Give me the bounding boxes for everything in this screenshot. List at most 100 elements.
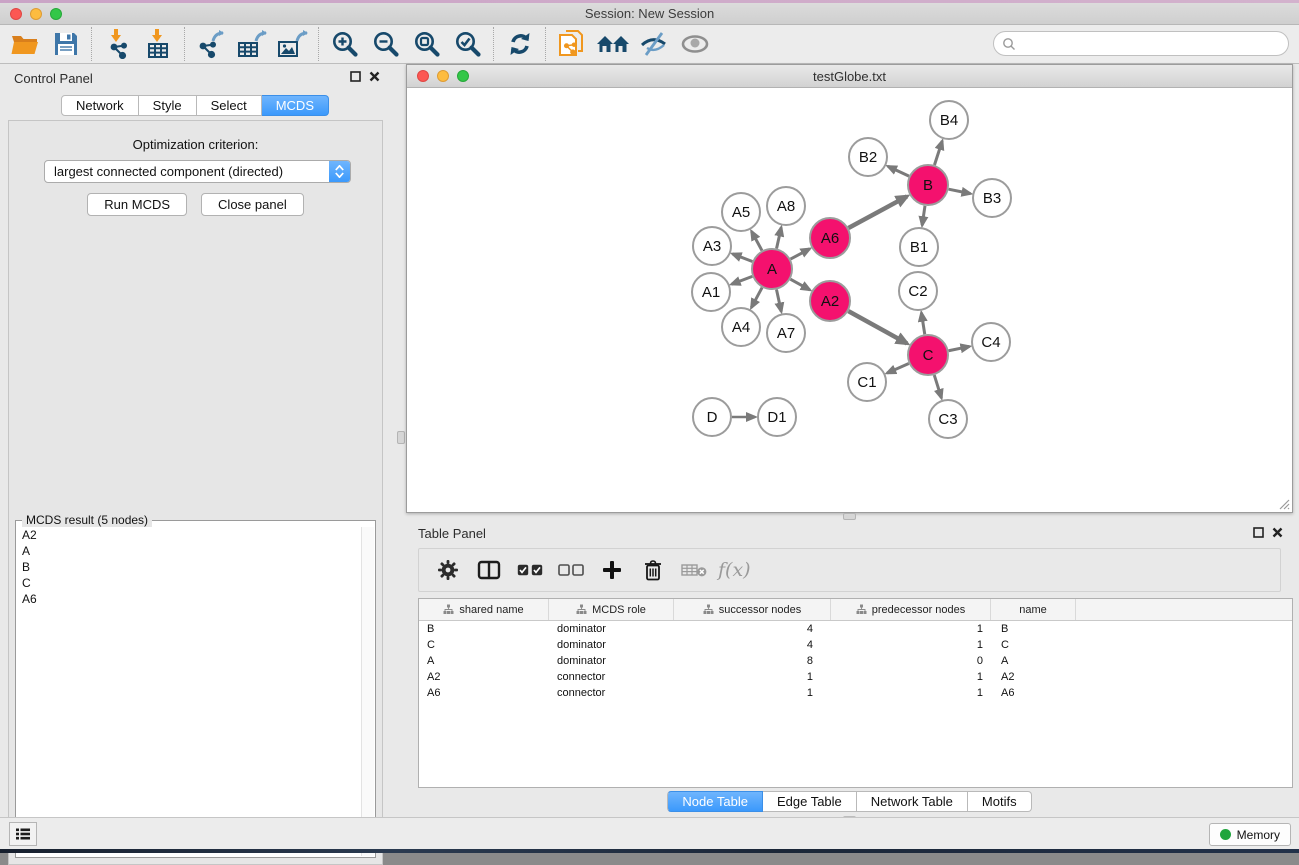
close-table-panel-icon[interactable] <box>1272 527 1283 538</box>
table-cell[interactable]: C <box>419 637 549 653</box>
edge-B-B4[interactable] <box>934 141 942 165</box>
table-cell[interactable]: 0 <box>831 653 991 669</box>
tab-node-table[interactable]: Node Table <box>667 791 763 812</box>
column-header-predecessor-nodes[interactable]: predecessor nodes <box>831 599 991 620</box>
zoom-out-button[interactable] <box>365 26 406 62</box>
tab-style[interactable]: Style <box>139 95 197 116</box>
node-B4[interactable]: B4 <box>930 101 968 139</box>
node-B3[interactable]: B3 <box>973 179 1011 217</box>
table-cell[interactable]: 1 <box>831 637 991 653</box>
column-header-shared-name[interactable]: shared name <box>419 599 549 620</box>
result-list-scrollbar[interactable] <box>361 527 374 856</box>
table-cell[interactable]: connector <box>549 669 674 685</box>
mcds-result-item[interactable]: C <box>17 575 361 591</box>
table-settings-button[interactable] <box>429 552 466 588</box>
network-file-button[interactable] <box>551 26 592 62</box>
edge-A6-B[interactable] <box>848 196 906 228</box>
node-C1[interactable]: C1 <box>848 363 886 401</box>
tab-network[interactable]: Network <box>61 95 139 116</box>
table-cell[interactable]: 8 <box>674 653 831 669</box>
table-row[interactable]: Adominator80A <box>419 653 1292 669</box>
edge-A-A4[interactable] <box>751 288 762 308</box>
column-header-name[interactable]: name <box>991 599 1076 620</box>
edge-A-A1[interactable] <box>732 276 753 284</box>
float-table-panel-icon[interactable] <box>1253 527 1264 538</box>
show-graphics-details-button[interactable] <box>674 26 715 62</box>
node-A8[interactable]: A8 <box>767 187 805 225</box>
edge-C-C4[interactable] <box>949 346 970 350</box>
table-cell[interactable]: B <box>419 621 549 637</box>
tab-edge-table[interactable]: Edge Table <box>763 791 857 812</box>
hide-graphics-details-button[interactable] <box>633 26 674 62</box>
vertical-split-handle[interactable] <box>397 431 405 444</box>
table-cell[interactable]: A <box>419 653 549 669</box>
search-input[interactable] <box>993 31 1289 56</box>
table-cell[interactable]: 1 <box>674 669 831 685</box>
import-network-button[interactable] <box>97 26 138 62</box>
refresh-button[interactable] <box>499 26 540 62</box>
task-history-button[interactable] <box>9 822 37 846</box>
run-mcds-button[interactable]: Run MCDS <box>87 193 187 216</box>
close-panel-icon[interactable] <box>369 71 380 82</box>
mcds-result-item[interactable]: A <box>17 543 361 559</box>
memory-button[interactable]: Memory <box>1209 823 1291 846</box>
node-A5[interactable]: A5 <box>722 193 760 231</box>
edge-B-B2[interactable] <box>888 166 909 176</box>
table-cell[interactable]: C <box>991 637 1076 653</box>
node-C2[interactable]: C2 <box>899 272 937 310</box>
mcds-result-item[interactable]: A6 <box>17 591 361 607</box>
node-B[interactable]: B <box>908 165 948 205</box>
table-cell[interactable]: 4 <box>674 621 831 637</box>
zoom-fit-button[interactable] <box>406 26 447 62</box>
table-cell[interactable]: 1 <box>674 685 831 701</box>
delete-column-button[interactable] <box>634 552 671 588</box>
table-cell[interactable]: A2 <box>419 669 549 685</box>
zoom-in-button[interactable] <box>324 26 365 62</box>
edge-A-A6[interactable] <box>791 249 810 259</box>
mcds-result-item[interactable]: B <box>17 559 361 575</box>
table-row[interactable]: A6connector11A6 <box>419 685 1292 701</box>
column-panel-button[interactable] <box>470 552 507 588</box>
tab-motifs[interactable]: Motifs <box>968 791 1032 812</box>
tab-select[interactable]: Select <box>197 95 262 116</box>
save-session-button[interactable] <box>45 26 86 62</box>
create-column-button[interactable] <box>593 552 630 588</box>
node-D[interactable]: D <box>693 398 731 436</box>
node-A7[interactable]: A7 <box>767 314 805 352</box>
node-D1[interactable]: D1 <box>758 398 796 436</box>
table-cell[interactable]: 1 <box>831 685 991 701</box>
mcds-result-item[interactable]: A2 <box>17 527 361 543</box>
table-cell[interactable]: dominator <box>549 653 674 669</box>
edge-A-A7[interactable] <box>776 290 781 312</box>
zoom-selected-button[interactable] <box>447 26 488 62</box>
edge-A2-C[interactable] <box>848 311 907 343</box>
float-panel-icon[interactable] <box>350 71 361 82</box>
table-cell[interactable]: 1 <box>831 669 991 685</box>
edge-A-A8[interactable] <box>777 227 782 248</box>
node-C4[interactable]: C4 <box>972 323 1010 361</box>
horizontal-split-handle[interactable] <box>843 513 856 520</box>
node-C3[interactable]: C3 <box>929 400 967 438</box>
network-canvas[interactable]: B4B2BB3A8A5A6A3B1AC2A1A2A4A7C4CC1DD1C3 <box>407 88 1292 512</box>
edge-C-C3[interactable] <box>934 375 941 398</box>
table-cell[interactable]: A6 <box>419 685 549 701</box>
table-cell[interactable]: A6 <box>991 685 1076 701</box>
table-cell[interactable]: dominator <box>549 621 674 637</box>
node-A6[interactable]: A6 <box>810 218 850 258</box>
node-A2[interactable]: A2 <box>810 281 850 321</box>
export-table-button[interactable] <box>231 26 272 62</box>
criterion-dropdown[interactable]: largest connected component (directed) <box>44 160 351 183</box>
edge-A-A2[interactable] <box>790 279 809 290</box>
tab-mcds[interactable]: MCDS <box>262 95 329 116</box>
home-button[interactable] <box>592 26 633 62</box>
column-header-successor-nodes[interactable]: successor nodes <box>674 599 831 620</box>
node-A4[interactable]: A4 <box>722 308 760 346</box>
table-cell[interactable]: 1 <box>831 621 991 637</box>
edge-B-B1[interactable] <box>922 206 925 225</box>
table-row[interactable]: Cdominator41C <box>419 637 1292 653</box>
deselect-all-button[interactable] <box>552 552 589 588</box>
table-cell[interactable]: B <box>991 621 1076 637</box>
edge-B-B3[interactable] <box>949 189 971 193</box>
table-row[interactable]: Bdominator41B <box>419 621 1292 637</box>
edge-C-C1[interactable] <box>887 363 909 373</box>
